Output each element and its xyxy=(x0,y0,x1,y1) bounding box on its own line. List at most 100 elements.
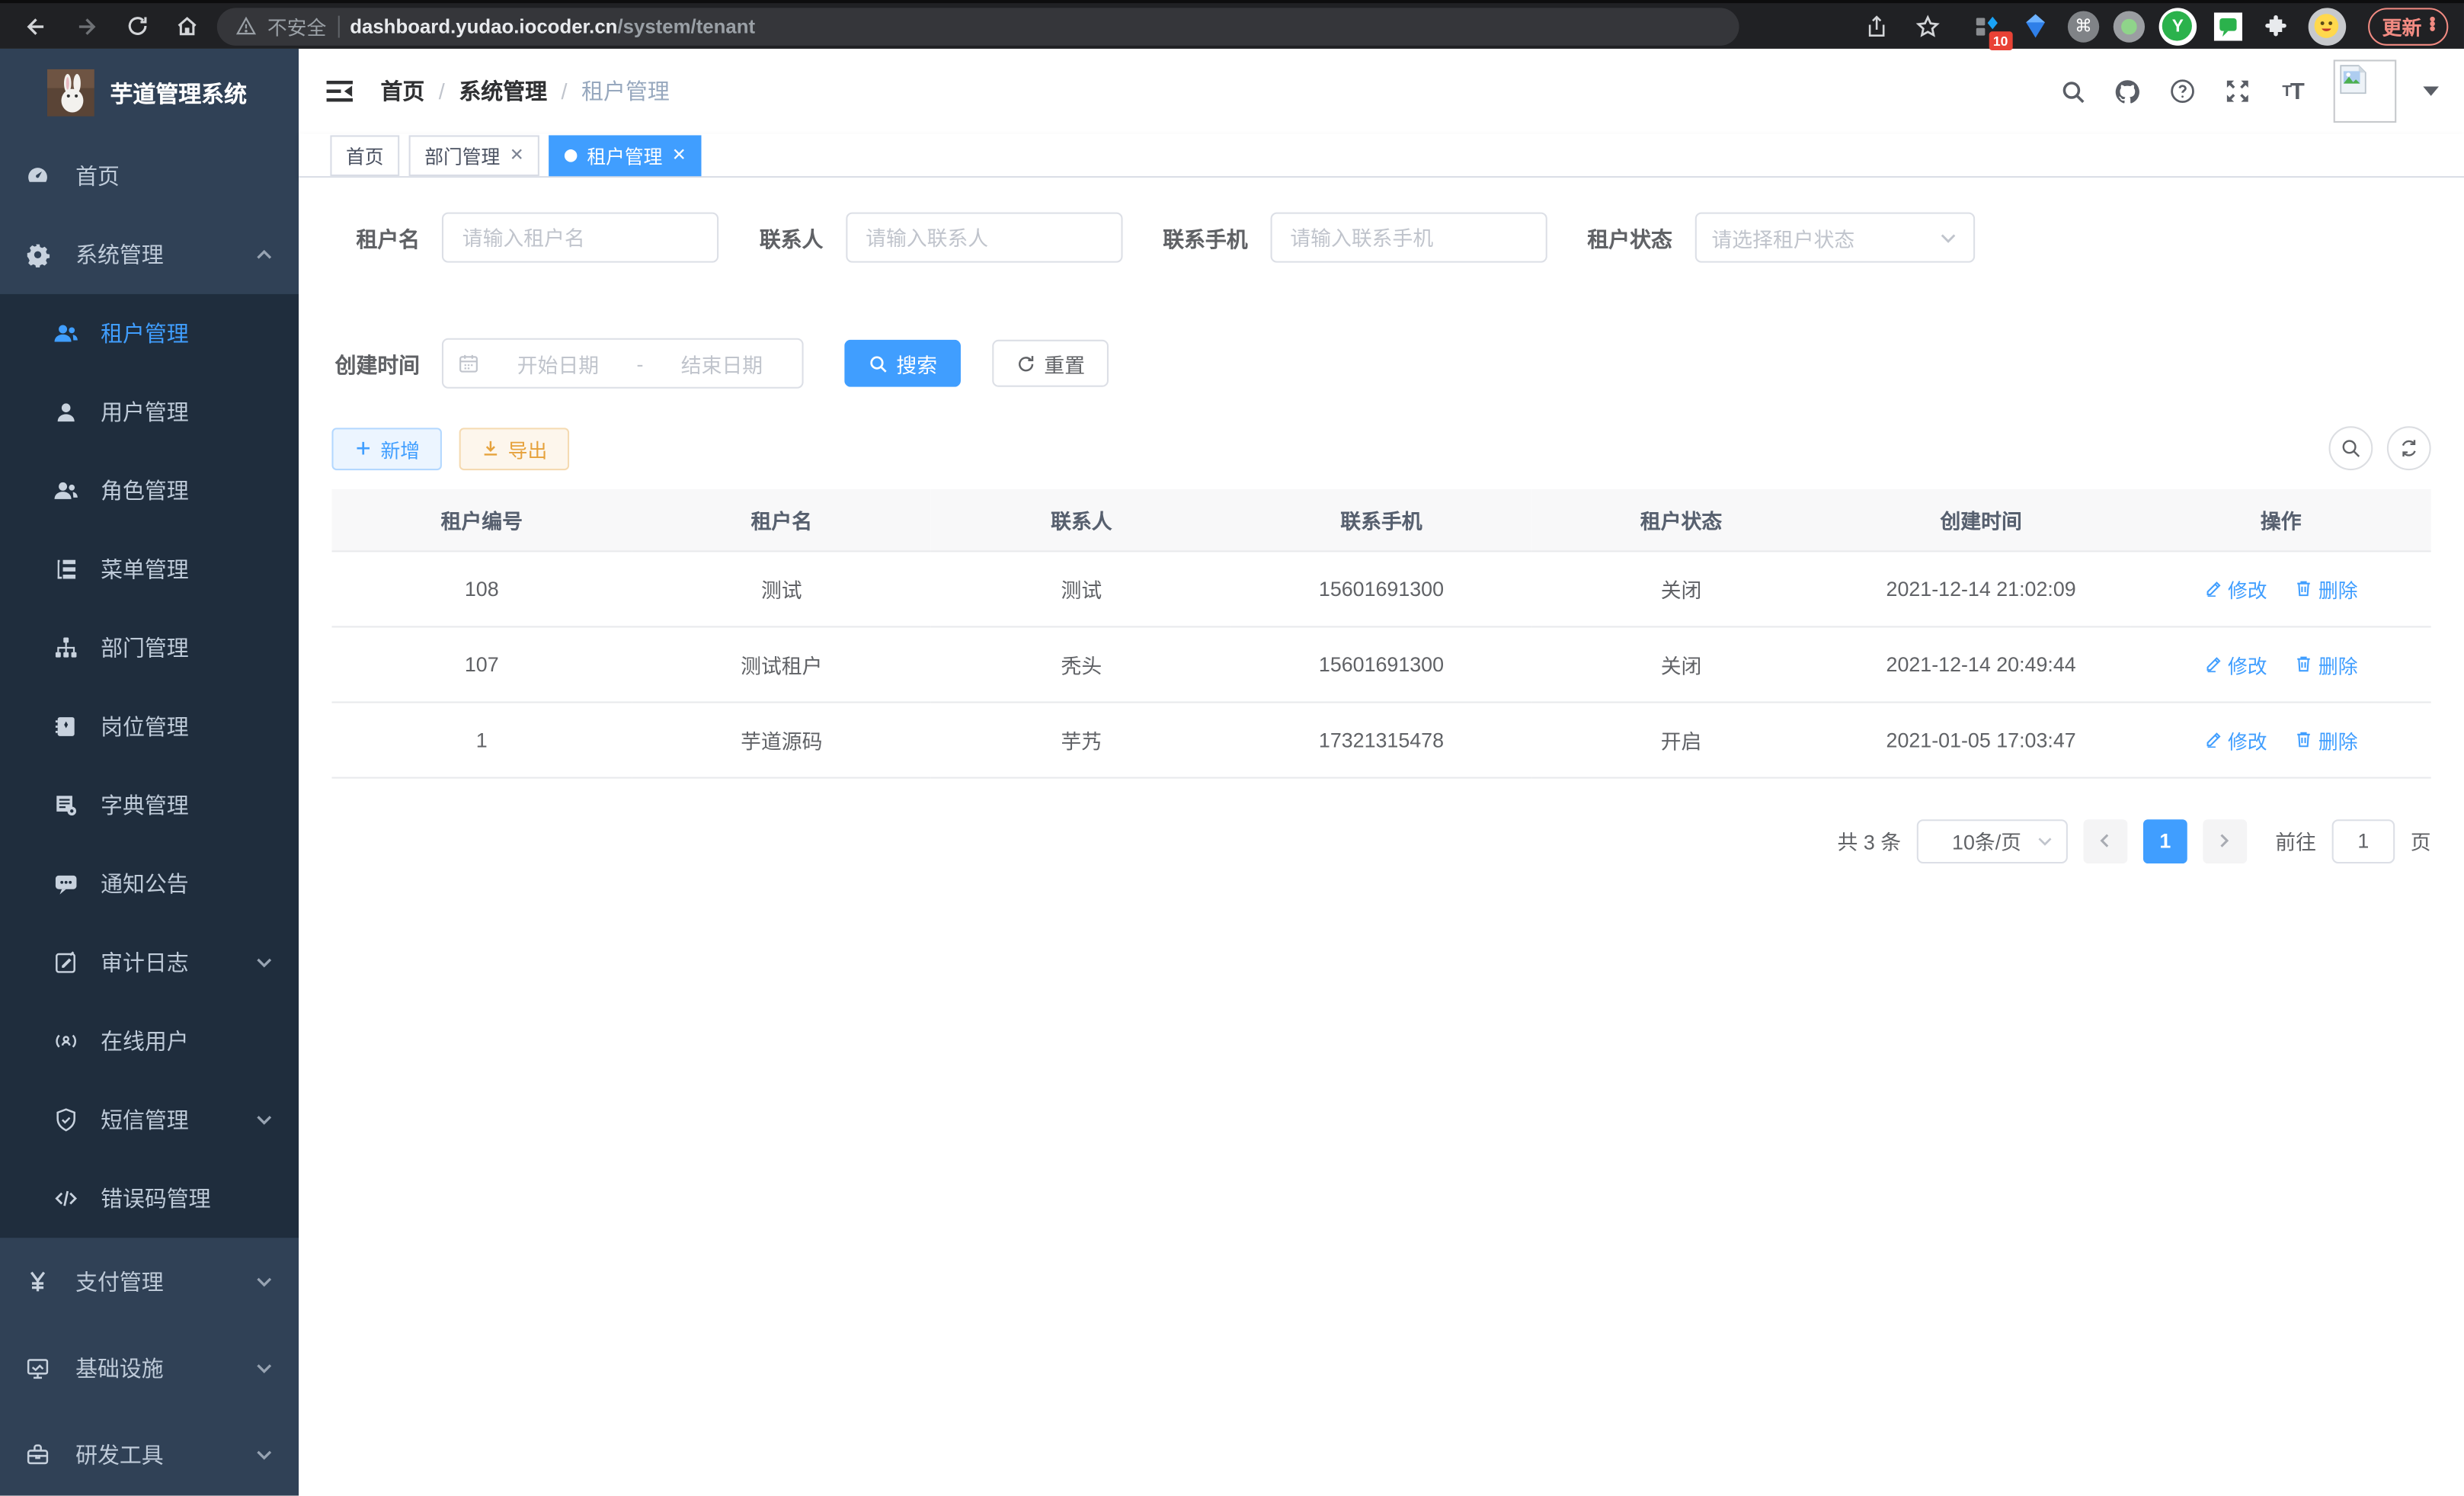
sidebar-logo-row[interactable]: 芋道管理系统 xyxy=(0,49,299,137)
next-page-button[interactable] xyxy=(2203,818,2247,863)
tab-close-icon[interactable]: ✕ xyxy=(510,147,524,165)
goto-page-input[interactable] xyxy=(2332,818,2395,863)
back-icon[interactable] xyxy=(16,5,57,46)
sidebar-item-notice[interactable]: 通知公告 xyxy=(0,844,299,923)
sidebar-item-pay[interactable]: 支付管理 xyxy=(0,1238,299,1325)
add-button[interactable]: 新增 xyxy=(331,427,441,469)
delete-link[interactable]: 删除 xyxy=(2295,573,2358,603)
show-search-icon[interactable] xyxy=(2329,426,2373,470)
extension-yapi-icon[interactable]: Y xyxy=(2159,7,2197,45)
pagination-total: 共 3 条 xyxy=(1838,826,1902,856)
sidebar-item-user[interactable]: 用户管理 xyxy=(0,373,299,451)
sidebar-item-label: 基础设施 xyxy=(75,1352,229,1383)
tab-dept[interactable]: 部门管理 ✕ xyxy=(409,135,540,176)
delete-link[interactable]: 删除 xyxy=(2295,649,2358,678)
code-icon xyxy=(53,1186,78,1211)
page-size-select[interactable]: 10条/页 xyxy=(1917,818,2068,863)
mobile-input[interactable] xyxy=(1270,213,1547,263)
post-badge-icon xyxy=(53,714,78,739)
edit-link[interactable]: 修改 xyxy=(2204,649,2267,678)
date-end-placeholder: 结束日期 xyxy=(656,348,788,378)
tab-home[interactable]: 首页 xyxy=(330,135,399,176)
chrome-update-button[interactable]: 更新 ••• xyxy=(2368,7,2448,45)
help-icon[interactable] xyxy=(2168,77,2197,105)
goto-label: 前往 xyxy=(2275,826,2316,856)
sidebar-item-dept[interactable]: 部门管理 xyxy=(0,609,299,687)
home-icon[interactable] xyxy=(167,5,208,46)
extension-command-icon[interactable]: ⌘ xyxy=(2068,10,2099,41)
fullscreen-icon[interactable] xyxy=(2223,77,2251,105)
bookmark-star-icon[interactable] xyxy=(1907,5,1948,46)
tab-tenant[interactable]: 租户管理 ✕ xyxy=(549,135,702,176)
header-search-icon[interactable] xyxy=(2059,77,2087,105)
sidebar-item-label: 系统管理 xyxy=(75,239,229,271)
edit-link[interactable]: 修改 xyxy=(2204,724,2267,754)
sidebar-item-role[interactable]: 角色管理 xyxy=(0,451,299,530)
page-number-1[interactable]: 1 xyxy=(2143,818,2187,863)
user-avatar[interactable] xyxy=(2334,59,2397,123)
breadcrumb: 首页 / 系统管理 / 租户管理 xyxy=(380,75,669,107)
contact-input[interactable] xyxy=(845,213,1122,263)
create-time-label: 创建时间 xyxy=(331,348,420,379)
sidebar-item-errcode[interactable]: 错误码管理 xyxy=(0,1159,299,1238)
sidebar-item-dict[interactable]: 字典管理 xyxy=(0,766,299,844)
breadcrumb-home[interactable]: 首页 xyxy=(380,75,424,107)
forward-icon[interactable] xyxy=(66,5,107,46)
sidebar-item-label: 首页 xyxy=(75,161,274,192)
reset-button[interactable]: 重置 xyxy=(992,340,1109,387)
col-contact: 联系人 xyxy=(932,489,1232,550)
sidebar-item-label: 研发工具 xyxy=(75,1438,229,1469)
extension-dot-icon[interactable] xyxy=(2114,10,2145,41)
sidebar-item-label: 短信管理 xyxy=(101,1104,232,1136)
extension-chat-icon[interactable] xyxy=(2211,8,2245,43)
search-button[interactable]: 搜索 xyxy=(844,340,961,387)
breadcrumb-system[interactable]: 系统管理 xyxy=(459,75,547,107)
extension-gem-icon[interactable] xyxy=(2019,8,2053,43)
sidebar-item-menu[interactable]: 菜单管理 xyxy=(0,530,299,609)
chrome-menu-icon: ••• xyxy=(2430,19,2434,34)
github-icon[interactable] xyxy=(2114,77,2142,105)
date-range-picker[interactable]: 开始日期 - 结束日期 xyxy=(442,338,804,389)
sidebar-item-tenant[interactable]: 租户管理 xyxy=(0,294,299,373)
chevron-down-icon xyxy=(254,953,274,972)
sidebar-item-online-user[interactable]: 在线用户 xyxy=(0,1002,299,1081)
sidebar-item-infra[interactable]: 基础设施 xyxy=(0,1325,299,1411)
chevron-left-icon xyxy=(2097,832,2114,850)
prev-page-button[interactable] xyxy=(2083,818,2127,863)
sidebar-item-label: 租户管理 xyxy=(101,318,274,349)
avatar-dropdown-caret-icon[interactable] xyxy=(2423,87,2439,96)
edit-link[interactable]: 修改 xyxy=(2204,573,2267,603)
extension-pinned-icon[interactable]: 10 xyxy=(1970,8,2005,43)
sidebar-item-post[interactable]: 岗位管理 xyxy=(0,687,299,766)
font-size-icon[interactable]: TT xyxy=(2278,77,2306,105)
tab-close-icon[interactable]: ✕ xyxy=(672,147,686,165)
tenant-name-input[interactable] xyxy=(442,213,718,263)
filter-contact: 联系人 xyxy=(760,213,1122,263)
status-text: 关闭 xyxy=(1531,626,1832,701)
pay-yen-icon xyxy=(25,1268,50,1293)
dashboard-icon xyxy=(25,164,50,189)
sidebar-collapse-icon[interactable] xyxy=(324,75,355,107)
status-text: 开启 xyxy=(1531,701,1832,777)
sidebar-item-audit-log[interactable]: 审计日志 xyxy=(0,923,299,1001)
status-select[interactable]: 请选择租户状态 xyxy=(1694,213,1974,263)
sidebar-item-devtools[interactable]: 研发工具 xyxy=(0,1411,299,1495)
date-start-placeholder: 开始日期 xyxy=(492,348,624,378)
delete-link[interactable]: 删除 xyxy=(2295,724,2358,754)
share-icon[interactable] xyxy=(1857,5,1898,46)
reload-icon[interactable] xyxy=(117,5,158,46)
search-icon xyxy=(868,353,888,373)
sidebar-item-home[interactable]: 首页 xyxy=(0,137,299,216)
sidebar-item-label: 字典管理 xyxy=(101,790,274,821)
address-bar[interactable]: 不安全 dashboard.yudao.iocoder.cn/system/te… xyxy=(217,7,1739,45)
infra-monitor-icon xyxy=(25,1355,50,1380)
export-button[interactable]: 导出 xyxy=(459,427,569,469)
not-secure-warning-icon xyxy=(236,16,257,37)
filter-create-time: 创建时间 开始日期 - 结束日期 xyxy=(331,338,803,389)
refresh-table-icon[interactable] xyxy=(2387,426,2431,470)
contact-label: 联系人 xyxy=(760,222,824,253)
extensions-puzzle-icon[interactable] xyxy=(2260,8,2294,43)
sidebar-item-system[interactable]: 系统管理 xyxy=(0,216,299,294)
profile-avatar-icon[interactable] xyxy=(2309,7,2347,45)
sidebar-item-sms[interactable]: 短信管理 xyxy=(0,1081,299,1159)
